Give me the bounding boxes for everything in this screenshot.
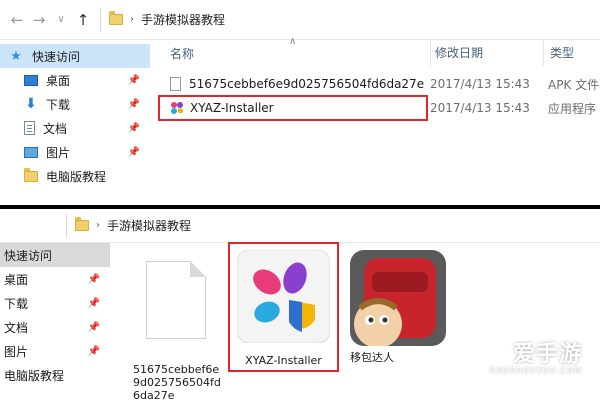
- tile-name: 移包达人: [350, 351, 394, 364]
- top-address-bar: ← → ∨ ↑ › 手游模拟器教程: [0, 0, 600, 40]
- file-list: ∧ 名称 修改日期 类型 51675cebbef6e9d025756504fd6…: [155, 36, 600, 205]
- star-icon: ★: [10, 48, 22, 64]
- watermark-subtext: GAOSHOUYOU.COM: [488, 366, 582, 375]
- pin-icon[interactable]: 📌: [88, 298, 100, 309]
- bottom-explorer-window: › 手游模拟器教程 快速访问 桌面 📌 下载 📌 文档 📌 图片 📌 电脑版教程: [0, 209, 600, 400]
- breadcrumb-separator-icon: ›: [130, 14, 134, 25]
- xyaz-installer-icon: [237, 250, 330, 343]
- tile-name-line: 51675cebbef6e: [133, 363, 220, 376]
- bottom-address-bar: › 手游模拟器教程: [0, 209, 600, 243]
- file-name: XYAZ-Installer: [190, 101, 274, 115]
- highlight-box: XYAZ-Installer: [158, 95, 428, 121]
- pin-icon[interactable]: 📌: [88, 322, 100, 333]
- up-arrow-icon[interactable]: ↑: [72, 11, 94, 29]
- document-icon: [24, 121, 35, 135]
- nav-downloads[interactable]: 下载 📌: [0, 291, 110, 315]
- pin-icon[interactable]: 📌: [88, 274, 100, 285]
- breadcrumb-folder[interactable]: 手游模拟器教程: [107, 217, 191, 234]
- file-name: 51675cebbef6e9d025756504fd6da27e: [189, 77, 425, 91]
- nav-pc-tutorial[interactable]: 电脑版教程: [0, 164, 150, 188]
- tile-name-line: 6da27e: [133, 389, 175, 400]
- picture-icon: [24, 146, 38, 158]
- nav-downloads[interactable]: ⬇ 下载 📌: [0, 92, 150, 116]
- breadcrumb[interactable]: › 手游模拟器教程: [66, 213, 191, 238]
- nav-documents[interactable]: 文档 📌: [0, 116, 150, 140]
- sort-ascending-icon: ∧: [289, 36, 297, 47]
- column-name[interactable]: 名称: [170, 45, 194, 62]
- back-arrow-icon[interactable]: ←: [6, 11, 28, 29]
- xyaz-installer-icon: [171, 102, 183, 114]
- xyaz-installer-tile[interactable]: XYAZ-Installer: [228, 242, 339, 372]
- column-date[interactable]: 修改日期: [430, 40, 483, 66]
- pin-icon[interactable]: 📌: [128, 99, 140, 110]
- top-explorer-window: ← → ∨ ↑ › 手游模拟器教程 ★ 快速访问 桌面 📌 ⬇ 下载 📌 文档 …: [0, 0, 600, 205]
- watermark-logo-icon: [486, 341, 509, 363]
- pin-icon[interactable]: 📌: [88, 346, 100, 357]
- tile-name-line: 9d025756504fd: [133, 376, 221, 389]
- folder-icon: [24, 167, 38, 182]
- nav-pictures[interactable]: 图片 📌: [0, 339, 110, 363]
- file-tile[interactable]: 51675cebbef6e 9d025756504fd 6da27e: [128, 251, 224, 400]
- file-date: 2017/4/13 15:43: [430, 101, 530, 115]
- breadcrumb-separator-icon: ›: [96, 220, 100, 231]
- top-nav-pane: ★ 快速访问 桌面 📌 ⬇ 下载 📌 文档 📌 图片 📌 电脑版教程: [0, 40, 150, 205]
- nav-pictures[interactable]: 图片 📌: [0, 140, 150, 164]
- folder-icon: [109, 11, 123, 25]
- nav-documents[interactable]: 文档 📌: [0, 315, 110, 339]
- history-chevron-icon[interactable]: ∨: [50, 14, 72, 25]
- file-row[interactable]: XYAZ-Installer 2017/4/13 15:43 应用程序: [155, 95, 600, 121]
- file-type: APK 文件: [548, 77, 600, 92]
- download-icon: ⬇: [25, 96, 37, 112]
- app-tile[interactable]: 移包达人: [348, 247, 448, 377]
- nav-pc-tutorial[interactable]: 电脑版教程: [0, 363, 110, 387]
- file-date: 2017/4/13 15:43: [430, 77, 530, 91]
- column-header-row: ∧ 名称 修改日期 类型: [155, 36, 600, 66]
- file-row[interactable]: 51675cebbef6e9d025756504fd6da27e 2017/4/…: [155, 72, 600, 96]
- nav-desktop[interactable]: 桌面 📌: [0, 68, 150, 92]
- file-type: 应用程序: [548, 101, 597, 116]
- breadcrumb[interactable]: › 手游模拟器教程: [100, 7, 225, 32]
- file-icon: [170, 77, 181, 91]
- watermark: 爱手游 GAOSHOUYOU.COM: [483, 336, 582, 375]
- nav-quick-access[interactable]: 快速访问: [0, 243, 110, 267]
- backpack-character-icon: [350, 250, 446, 346]
- breadcrumb-folder[interactable]: 手游模拟器教程: [141, 11, 225, 28]
- folder-icon: [75, 217, 89, 231]
- forward-arrow-icon[interactable]: →: [28, 11, 50, 29]
- column-type[interactable]: 类型: [543, 40, 574, 66]
- tile-name: XYAZ-Installer: [245, 354, 322, 367]
- nav-quick-access[interactable]: ★ 快速访问: [0, 44, 150, 68]
- pin-icon[interactable]: 📌: [128, 75, 140, 86]
- pin-icon[interactable]: 📌: [128, 147, 140, 158]
- blank-file-icon: [146, 261, 206, 339]
- watermark-text: 爱手游: [512, 342, 582, 367]
- bottom-nav-pane: 快速访问 桌面 📌 下载 📌 文档 📌 图片 📌 电脑版教程: [0, 243, 110, 400]
- pin-icon[interactable]: 📌: [128, 123, 140, 134]
- nav-desktop[interactable]: 桌面 📌: [0, 267, 110, 291]
- desktop-icon: [24, 74, 38, 86]
